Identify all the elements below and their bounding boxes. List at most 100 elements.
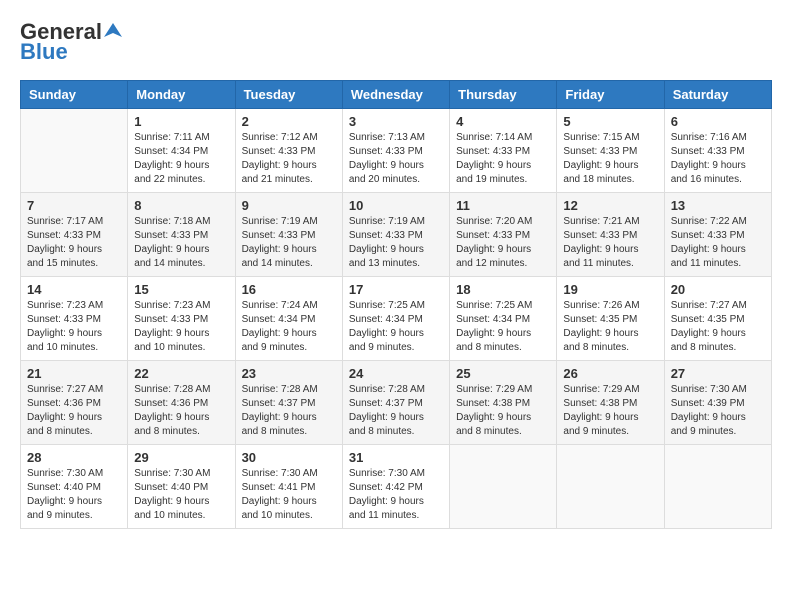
- calendar-cell: 22Sunrise: 7:28 AM Sunset: 4:36 PM Dayli…: [128, 361, 235, 445]
- calendar-cell: [557, 445, 664, 529]
- logo-bird-icon: [104, 21, 122, 39]
- day-number: 4: [456, 114, 550, 129]
- day-number: 15: [134, 282, 228, 297]
- weekday-header-row: SundayMondayTuesdayWednesdayThursdayFrid…: [21, 81, 772, 109]
- day-number: 26: [563, 366, 657, 381]
- day-info: Sunrise: 7:14 AM Sunset: 4:33 PM Dayligh…: [456, 131, 550, 187]
- calendar-cell: 3 Sunrise: 7:13 AM Sunset: 4:33 PM Daylig…: [342, 109, 449, 193]
- calendar-cell: 25 Sunrise: 7:29 AM Sunset: 4:38 PM Dayli…: [450, 361, 557, 445]
- day-number: 8: [134, 198, 228, 213]
- day-info: Sunrise: 7:21 AM Sunset: 4:33 PM Dayligh…: [563, 215, 657, 271]
- day-number: 1: [134, 114, 228, 129]
- calendar-cell: 4 Sunrise: 7:14 AM Sunset: 4:33 PM Daylig…: [450, 109, 557, 193]
- weekday-header-wednesday: Wednesday: [342, 81, 449, 109]
- day-info: Sunrise: 7:17 AM Sunset: 4:33 PM Dayligh…: [27, 215, 121, 271]
- day-number: 31: [349, 450, 443, 465]
- calendar-cell: 11 Sunrise: 7:20 AM Sunset: 4:33 PM Dayli…: [450, 193, 557, 277]
- day-info: Sunrise: 7:23 AM Sunset: 4:33 PM Dayligh…: [27, 299, 121, 355]
- day-info: Sunrise: 7:25 AM Sunset: 4:34 PM Dayligh…: [456, 299, 550, 355]
- day-info: Sunrise: 7:13 AM Sunset: 4:33 PM Dayligh…: [349, 131, 443, 187]
- day-info: Sunrise: 7:23 AM Sunset: 4:33 PM Dayligh…: [134, 299, 228, 355]
- day-number: 25: [456, 366, 550, 381]
- day-info: Sunrise: 7:28 AM Sunset: 4:37 PM Dayligh…: [349, 383, 443, 439]
- day-info: Sunrise: 7:27 AM Sunset: 4:35 PM Dayligh…: [671, 299, 765, 355]
- day-info: Sunrise: 7:30 AM Sunset: 4:42 PM Dayligh…: [349, 467, 443, 523]
- calendar-week-row: 1 Sunrise: 7:11 AM Sunset: 4:34 PM Daylig…: [21, 109, 772, 193]
- weekday-header-friday: Friday: [557, 81, 664, 109]
- day-info: Sunrise: 7:22 AM Sunset: 4:33 PM Dayligh…: [671, 215, 765, 271]
- weekday-header-monday: Monday: [128, 81, 235, 109]
- day-number: 12: [563, 198, 657, 213]
- day-number: 24: [349, 366, 443, 381]
- day-number: 28: [27, 450, 121, 465]
- day-info: Sunrise: 7:11 AM Sunset: 4:34 PM Dayligh…: [134, 131, 228, 187]
- day-number: 19: [563, 282, 657, 297]
- day-info: Sunrise: 7:28 AM Sunset: 4:36 PM Dayligh…: [134, 383, 228, 439]
- calendar-cell: 17Sunrise: 7:25 AM Sunset: 4:34 PM Dayli…: [342, 277, 449, 361]
- calendar-cell: 21Sunrise: 7:27 AM Sunset: 4:36 PM Dayli…: [21, 361, 128, 445]
- day-number: 13: [671, 198, 765, 213]
- day-info: Sunrise: 7:16 AM Sunset: 4:33 PM Dayligh…: [671, 131, 765, 187]
- page-header: General Blue: [20, 20, 772, 64]
- day-info: Sunrise: 7:15 AM Sunset: 4:33 PM Dayligh…: [563, 131, 657, 187]
- day-info: Sunrise: 7:12 AM Sunset: 4:33 PM Dayligh…: [242, 131, 336, 187]
- weekday-header-thursday: Thursday: [450, 81, 557, 109]
- calendar-cell: 1 Sunrise: 7:11 AM Sunset: 4:34 PM Daylig…: [128, 109, 235, 193]
- day-number: 23: [242, 366, 336, 381]
- day-number: 27: [671, 366, 765, 381]
- logo: General Blue: [20, 20, 122, 64]
- calendar-cell: [664, 445, 771, 529]
- day-number: 10: [349, 198, 443, 213]
- weekday-header-saturday: Saturday: [664, 81, 771, 109]
- day-number: 6: [671, 114, 765, 129]
- day-number: 16: [242, 282, 336, 297]
- day-info: Sunrise: 7:30 AM Sunset: 4:40 PM Dayligh…: [134, 467, 228, 523]
- calendar-cell: 30 Sunrise: 7:30 AM Sunset: 4:41 PM Dayli…: [235, 445, 342, 529]
- calendar-week-row: 7 Sunrise: 7:17 AM Sunset: 4:33 PM Daylig…: [21, 193, 772, 277]
- calendar-cell: 14 Sunrise: 7:23 AM Sunset: 4:33 PM Dayli…: [21, 277, 128, 361]
- day-number: 2: [242, 114, 336, 129]
- calendar-cell: 16 Sunrise: 7:24 AM Sunset: 4:34 PM Dayli…: [235, 277, 342, 361]
- calendar-week-row: 28 Sunrise: 7:30 AM Sunset: 4:40 PM Dayli…: [21, 445, 772, 529]
- day-number: 3: [349, 114, 443, 129]
- day-number: 18: [456, 282, 550, 297]
- calendar-cell: 8Sunrise: 7:18 AM Sunset: 4:33 PM Daylig…: [128, 193, 235, 277]
- day-info: Sunrise: 7:27 AM Sunset: 4:36 PM Dayligh…: [27, 383, 121, 439]
- day-info: Sunrise: 7:20 AM Sunset: 4:33 PM Dayligh…: [456, 215, 550, 271]
- calendar-cell: 18 Sunrise: 7:25 AM Sunset: 4:34 PM Dayli…: [450, 277, 557, 361]
- day-number: 5: [563, 114, 657, 129]
- day-info: Sunrise: 7:30 AM Sunset: 4:41 PM Dayligh…: [242, 467, 336, 523]
- day-number: 7: [27, 198, 121, 213]
- calendar-cell: 20 Sunrise: 7:27 AM Sunset: 4:35 PM Dayli…: [664, 277, 771, 361]
- day-info: Sunrise: 7:30 AM Sunset: 4:40 PM Dayligh…: [27, 467, 121, 523]
- weekday-header-tuesday: Tuesday: [235, 81, 342, 109]
- calendar-cell: 7 Sunrise: 7:17 AM Sunset: 4:33 PM Daylig…: [21, 193, 128, 277]
- calendar-cell: 19Sunrise: 7:26 AM Sunset: 4:35 PM Dayli…: [557, 277, 664, 361]
- calendar-cell: 24 Sunrise: 7:28 AM Sunset: 4:37 PM Dayli…: [342, 361, 449, 445]
- day-number: 20: [671, 282, 765, 297]
- day-number: 11: [456, 198, 550, 213]
- calendar-cell: 31 Sunrise: 7:30 AM Sunset: 4:42 PM Dayli…: [342, 445, 449, 529]
- day-info: Sunrise: 7:30 AM Sunset: 4:39 PM Dayligh…: [671, 383, 765, 439]
- day-info: Sunrise: 7:19 AM Sunset: 4:33 PM Dayligh…: [242, 215, 336, 271]
- calendar-table: SundayMondayTuesdayWednesdayThursdayFrid…: [20, 80, 772, 529]
- calendar-week-row: 21Sunrise: 7:27 AM Sunset: 4:36 PM Dayli…: [21, 361, 772, 445]
- logo-blue-text: Blue: [20, 40, 122, 64]
- day-number: 14: [27, 282, 121, 297]
- calendar-cell: 15 Sunrise: 7:23 AM Sunset: 4:33 PM Dayli…: [128, 277, 235, 361]
- day-number: 29: [134, 450, 228, 465]
- calendar-cell: 23Sunrise: 7:28 AM Sunset: 4:37 PM Dayli…: [235, 361, 342, 445]
- day-info: Sunrise: 7:24 AM Sunset: 4:34 PM Dayligh…: [242, 299, 336, 355]
- day-info: Sunrise: 7:29 AM Sunset: 4:38 PM Dayligh…: [563, 383, 657, 439]
- calendar-cell: 28 Sunrise: 7:30 AM Sunset: 4:40 PM Dayli…: [21, 445, 128, 529]
- calendar-cell: 2 Sunrise: 7:12 AM Sunset: 4:33 PM Daylig…: [235, 109, 342, 193]
- weekday-header-sunday: Sunday: [21, 81, 128, 109]
- day-info: Sunrise: 7:19 AM Sunset: 4:33 PM Dayligh…: [349, 215, 443, 271]
- day-number: 30: [242, 450, 336, 465]
- calendar-cell: 12 Sunrise: 7:21 AM Sunset: 4:33 PM Dayli…: [557, 193, 664, 277]
- day-info: Sunrise: 7:29 AM Sunset: 4:38 PM Dayligh…: [456, 383, 550, 439]
- calendar-cell: [21, 109, 128, 193]
- calendar-cell: 13 Sunrise: 7:22 AM Sunset: 4:33 PM Dayli…: [664, 193, 771, 277]
- calendar-cell: 26 Sunrise: 7:29 AM Sunset: 4:38 PM Dayli…: [557, 361, 664, 445]
- calendar-week-row: 14 Sunrise: 7:23 AM Sunset: 4:33 PM Dayli…: [21, 277, 772, 361]
